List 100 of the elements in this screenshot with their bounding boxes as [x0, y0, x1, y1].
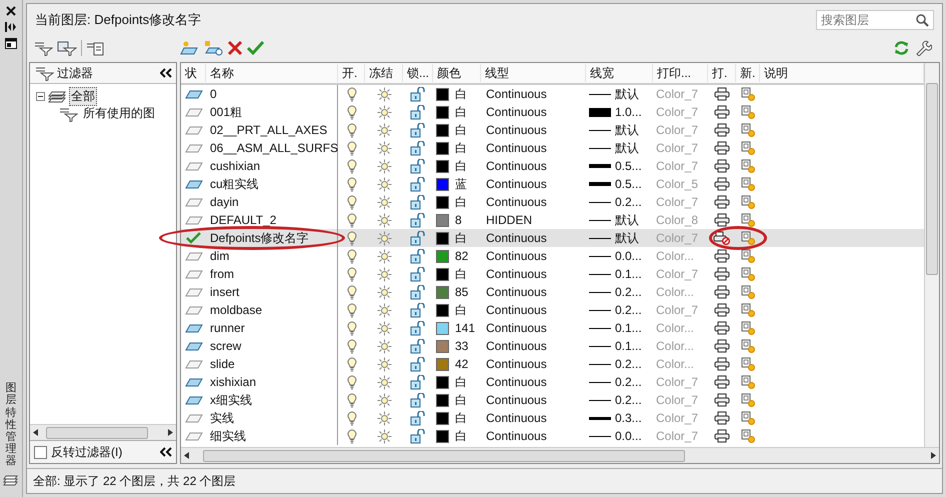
linetype-text[interactable]: Continuous — [481, 231, 586, 245]
horizontal-scrollbar[interactable] — [30, 424, 176, 440]
lightbulb-icon[interactable] — [346, 140, 356, 156]
lightbulb-icon[interactable] — [346, 338, 356, 354]
sun-icon[interactable] — [376, 356, 392, 372]
layer-row[interactable]: runner 141 Continuous 0.1... Color... — [181, 319, 924, 337]
linetype-text[interactable]: Continuous — [481, 267, 586, 281]
linetype-text[interactable]: Continuous — [481, 357, 586, 371]
printer-icon[interactable] — [714, 105, 730, 119]
unlocked-padlock-icon[interactable] — [410, 140, 426, 156]
refresh-icon[interactable] — [893, 40, 910, 56]
column-header[interactable]: 冻结 — [365, 64, 403, 82]
sun-icon[interactable] — [376, 212, 392, 228]
layer-row[interactable]: from 白 Continuous 0.1... Color_7 — [181, 265, 924, 283]
color-swatch[interactable] — [436, 106, 449, 118]
layer-row[interactable]: dayin 白 Continuous 0.2... Color_7 — [181, 193, 924, 211]
sheet-sun-icon[interactable] — [740, 338, 756, 354]
layer-row[interactable]: dim 82 Continuous 0.0... Color... — [181, 247, 924, 265]
printer-icon[interactable] — [714, 375, 730, 389]
sun-icon[interactable] — [376, 392, 392, 408]
linetype-text[interactable]: Continuous — [481, 411, 586, 425]
color-swatch[interactable] — [436, 178, 449, 190]
sun-icon[interactable] — [376, 374, 392, 390]
unlocked-padlock-icon[interactable] — [410, 104, 426, 120]
lightbulb-icon[interactable] — [346, 122, 356, 138]
column-header[interactable]: 开. — [338, 64, 365, 82]
checkmark-icon[interactable] — [247, 40, 264, 56]
sheet-sun-icon[interactable] — [740, 104, 756, 120]
lightbulb-icon[interactable] — [346, 302, 356, 318]
linetype-text[interactable]: Continuous — [481, 105, 586, 119]
linetype-text[interactable]: Continuous — [481, 429, 586, 443]
unlocked-padlock-icon[interactable] — [410, 410, 426, 426]
unlocked-padlock-icon[interactable] — [410, 176, 426, 192]
new-layer-icon[interactable] — [179, 40, 199, 56]
color-swatch[interactable] — [436, 394, 449, 406]
sun-icon[interactable] — [376, 158, 392, 174]
group-filter-icon[interactable] — [57, 40, 77, 56]
printer-icon[interactable] — [714, 177, 730, 191]
lightbulb-icon[interactable] — [346, 428, 356, 444]
filter-icon[interactable] — [33, 40, 53, 56]
filter-icon[interactable] — [34, 65, 54, 81]
vertical-scrollbar[interactable] — [924, 63, 939, 447]
lineweight-text[interactable]: 0.2... — [615, 303, 642, 317]
column-header[interactable]: 锁... — [403, 64, 433, 82]
sheet-sun-icon[interactable] — [740, 428, 756, 444]
sun-icon[interactable] — [376, 302, 392, 318]
lightbulb-icon[interactable] — [346, 284, 356, 300]
unlocked-padlock-icon[interactable] — [410, 356, 426, 372]
color-swatch[interactable] — [436, 232, 449, 244]
lineweight-text[interactable]: 0.1... — [615, 321, 642, 335]
sun-icon[interactable] — [376, 338, 392, 354]
unlocked-padlock-icon[interactable] — [410, 266, 426, 282]
lineweight-text[interactable]: 0.2... — [615, 375, 642, 389]
sheet-sun-icon[interactable] — [740, 158, 756, 174]
printer-icon[interactable] — [714, 123, 730, 137]
printer-icon[interactable] — [714, 267, 730, 281]
color-swatch[interactable] — [436, 250, 449, 262]
lightbulb-icon[interactable] — [346, 230, 356, 246]
color-swatch[interactable] — [436, 430, 449, 442]
color-swatch[interactable] — [436, 268, 449, 280]
column-header[interactable]: 颜色 — [433, 64, 481, 82]
horizontal-scrollbar[interactable] — [181, 447, 939, 463]
sun-icon[interactable] — [376, 266, 392, 282]
scroll-left-icon[interactable] — [33, 429, 38, 436]
sun-icon[interactable] — [376, 194, 392, 210]
sun-icon[interactable] — [376, 140, 392, 156]
lightbulb-icon[interactable] — [346, 410, 356, 426]
unlocked-padlock-icon[interactable] — [410, 248, 426, 264]
layer-row[interactable]: xishixian 白 Continuous 0.2... Color_7 — [181, 373, 924, 391]
lineweight-text[interactable]: 默认 — [615, 86, 639, 102]
unlocked-padlock-icon[interactable] — [410, 284, 426, 300]
printer-icon[interactable] — [714, 195, 730, 209]
color-swatch[interactable] — [436, 160, 449, 172]
scroll-left-icon[interactable] — [184, 452, 189, 459]
linetype-text[interactable]: Continuous — [481, 285, 586, 299]
linetype-text[interactable]: Continuous — [481, 375, 586, 389]
unlocked-padlock-icon[interactable] — [410, 392, 426, 408]
linetype-text[interactable]: Continuous — [481, 249, 586, 263]
layer-row[interactable]: insert 85 Continuous 0.2... Color... — [181, 283, 924, 301]
sheet-sun-icon[interactable] — [740, 86, 756, 102]
color-swatch[interactable] — [436, 304, 449, 316]
sheet-sun-icon[interactable] — [740, 356, 756, 372]
sheet-sun-icon[interactable] — [740, 122, 756, 138]
linetype-text[interactable]: Continuous — [481, 177, 586, 191]
layer-row[interactable]: 06__ASM_ALL_SURFS 白 Continuous 默认 Color_7 — [181, 139, 924, 157]
settings-icon[interactable] — [914, 40, 932, 56]
color-swatch[interactable] — [436, 358, 449, 370]
sheet-sun-icon[interactable] — [740, 230, 756, 246]
layer-row[interactable]: slide 42 Continuous 0.2... Color... — [181, 355, 924, 373]
invert-filter-checkbox[interactable] — [34, 446, 47, 458]
color-swatch[interactable] — [436, 286, 449, 298]
linetype-text[interactable]: Continuous — [481, 123, 586, 137]
lightbulb-icon[interactable] — [346, 392, 356, 408]
lightbulb-icon[interactable] — [346, 248, 356, 264]
unlocked-padlock-icon[interactable] — [410, 230, 426, 246]
scroll-right-icon[interactable] — [168, 429, 173, 436]
printer-icon[interactable] — [714, 321, 730, 335]
layer-row[interactable]: 001粗 白 Continuous 1.0... Color_7 — [181, 103, 924, 121]
unlocked-padlock-icon[interactable] — [410, 428, 426, 444]
linetype-text[interactable]: HIDDEN — [481, 213, 586, 227]
